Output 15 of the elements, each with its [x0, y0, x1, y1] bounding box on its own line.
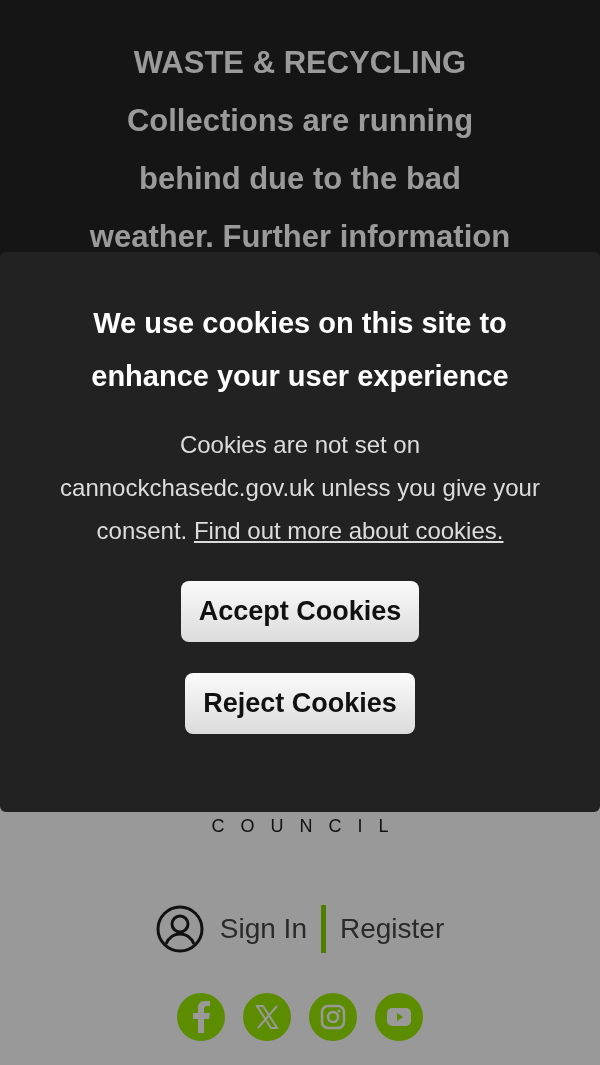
user-icon[interactable]	[155, 905, 204, 953]
alert-text: Collections are running behind due to the bad weather. Further information	[88, 102, 512, 256]
accept-cookies-button[interactable]: Accept Cookies	[180, 581, 420, 642]
alert-heading: WASTE & RECYCLING	[132, 44, 468, 82]
cookie-title: We use cookies on this site to enhance your user experience	[90, 306, 510, 394]
instagram-icon[interactable]	[309, 993, 357, 1041]
x-icon[interactable]	[243, 993, 291, 1041]
logo-text: COUNCIL	[210, 816, 405, 836]
reject-cookies-button[interactable]: Reject Cookies	[185, 673, 415, 734]
sign-in-link[interactable]: Sign In	[219, 913, 307, 945]
facebook-icon[interactable]	[177, 993, 225, 1041]
cookie-info-link[interactable]: Find out more about cookies.	[193, 517, 504, 544]
youtube-icon[interactable]	[375, 993, 423, 1041]
cookie-text: Cookies are not set on cannockchasedc.gov.uk unless you give your consent. Find out more about cookies.	[60, 430, 540, 546]
register-link[interactable]: Register	[339, 913, 445, 945]
